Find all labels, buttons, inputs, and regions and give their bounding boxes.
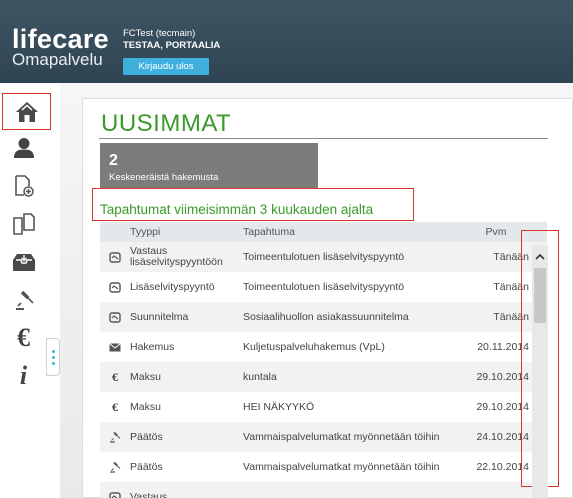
row-icon-cell [100, 452, 130, 482]
table-row[interactable]: € Maksu kuntala 29.10.2014 [100, 362, 547, 392]
scrollbar-thumb[interactable] [534, 268, 546, 323]
handle-dot [51, 361, 55, 365]
new-document-icon [14, 175, 34, 197]
column-header-icon [100, 222, 130, 242]
gavel-icon [15, 290, 34, 310]
reply-icon [109, 311, 121, 323]
handle-dot [51, 355, 55, 359]
euro-icon: € [17, 323, 30, 352]
gavel-icon [109, 431, 121, 443]
info-icon: i [19, 361, 28, 390]
row-icon-cell [100, 482, 130, 498]
row-event: Vammaispalvelumatkat myönnetään töihin [243, 422, 465, 452]
sidebar-item-new-application[interactable] [0, 169, 47, 203]
sidebar-collapse-handle[interactable] [46, 338, 60, 376]
table-row[interactable]: Päätös Vammaispalvelumatkat myönnetään tö… [100, 452, 547, 482]
euro-icon: € [112, 399, 118, 414]
scroll-up-button[interactable] [532, 245, 548, 267]
row-type: Päätös [130, 422, 243, 452]
row-icon-cell: € [100, 392, 130, 422]
table-row[interactable]: Suunnitelma Sosiaalihuollon asiakassuunni… [100, 302, 547, 332]
logo-subtitle: Omapalvelu [12, 50, 103, 69]
reply-icon [109, 251, 121, 263]
person-icon [13, 138, 34, 158]
row-type: Maksu [130, 362, 243, 392]
row-icon-cell [100, 302, 130, 332]
table-row[interactable]: Hakemus Kuljetuspalveluhakemus (VpL) 20.11… [100, 332, 547, 362]
sidebar-item-profile[interactable] [0, 131, 47, 165]
row-type: Lisäselvityspyyntö [130, 272, 243, 302]
row-event: kuntala [243, 362, 465, 392]
row-event: Toimeentulotuen lisäselvityspyyntö [243, 272, 465, 302]
row-type: Maksu [130, 392, 243, 422]
row-icon-cell [100, 332, 130, 362]
table-row[interactable]: € Maksu HEI NÄKYYKÖ 29.10.2014 [100, 392, 547, 422]
row-icon-cell [100, 422, 130, 452]
handle-dot [51, 349, 55, 353]
sidebar-item-home[interactable] [2, 93, 51, 130]
page-title: UUSIMMAT [101, 110, 232, 137]
row-icon-cell [100, 272, 130, 302]
section-title: Tapahtumat viimeisimmän 3 kuukauden ajal… [92, 188, 414, 221]
pending-count: 2 [109, 152, 118, 169]
gavel-icon [109, 461, 121, 473]
sidebar-item-decisions[interactable] [0, 283, 47, 317]
reply-icon [109, 281, 121, 293]
row-event: Vammaispalvelumatkat myönnetään töihin [243, 452, 465, 482]
euro-icon: € [112, 369, 118, 384]
table-row[interactable]: Lisäselvityspyyntö Toimeentulotuen lisäse… [100, 272, 547, 302]
table-header-row: Tyyppi Tapahtuma Pvm [100, 222, 547, 242]
reply-icon [109, 491, 121, 498]
row-type: Vastaus [130, 482, 243, 498]
sidebar-item-documents[interactable] [0, 207, 47, 241]
events-table: Tyyppi Tapahtuma Pvm Vastaus lisäselvity… [100, 222, 547, 498]
row-type: Vastaus lisäselvityspyyntöön [130, 242, 243, 272]
home-icon [15, 101, 38, 122]
row-event: Kuljetuspalveluhakemus (VpL) [243, 332, 465, 362]
table-row[interactable]: Vastaus lisäselvityspyyntöön Toimeentulot… [100, 242, 547, 272]
column-header-event[interactable]: Tapahtuma [243, 222, 465, 242]
inbox-icon [12, 254, 35, 271]
row-type: Suunnitelma [130, 302, 243, 332]
user-name: FCTest (tecmain) [123, 28, 196, 39]
chevron-up-icon [535, 253, 545, 260]
row-icon-cell: € [100, 362, 130, 392]
title-divider [99, 138, 548, 139]
row-type: Päätös [130, 452, 243, 482]
app-header: lifecare Omapalvelu FCTest (tecmain) TES… [0, 0, 573, 83]
row-type: Hakemus [130, 332, 243, 362]
sidebar-nav: € i [0, 83, 51, 498]
row-event: Toimeentulotuen lisäselvityspyyntö [243, 242, 465, 272]
column-header-type[interactable]: Tyyppi [130, 222, 243, 242]
sidebar-item-messages[interactable] [0, 245, 47, 279]
row-event: Sosiaalihuollon asiakassuunnitelma [243, 302, 465, 332]
envelope-icon [109, 341, 121, 353]
sidebar-item-info[interactable]: i [0, 359, 47, 393]
table-row[interactable]: Päätös Vammaispalvelumatkat myönnetään tö… [100, 422, 547, 452]
row-event: HEI NÄKYYKÖ [243, 392, 465, 422]
row-icon-cell [100, 242, 130, 272]
documents-icon [12, 213, 35, 235]
table-row[interactable]: Vastaus [100, 482, 547, 498]
logo-brand: lifecare [12, 24, 109, 54]
pending-label: Keskeneräistä hakemusta [109, 172, 219, 183]
sidebar-item-payments[interactable]: € [0, 321, 47, 355]
app-logo: lifecare Omapalvelu [12, 24, 109, 70]
user-organization: TESTAA, PORTAALIA [123, 40, 221, 51]
logout-button[interactable]: Kirjaudu ulos [123, 58, 209, 75]
row-event [243, 482, 465, 498]
